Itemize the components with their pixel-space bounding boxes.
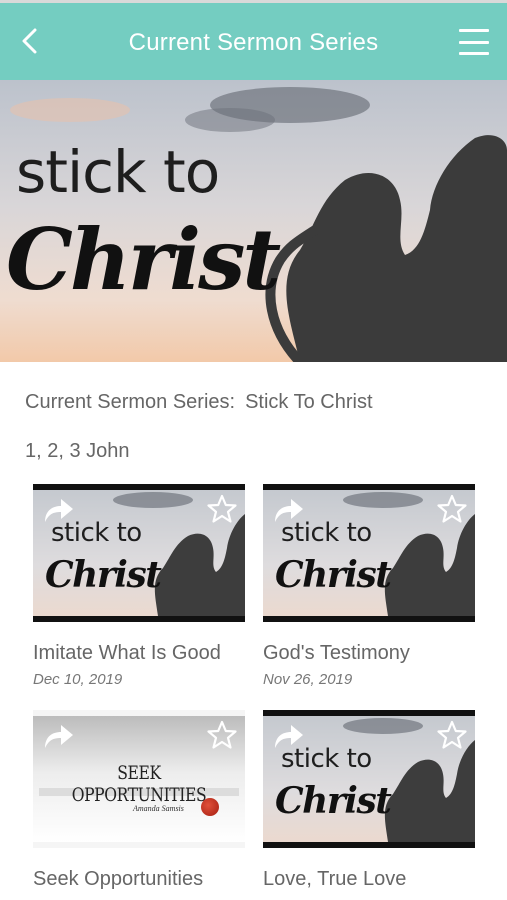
- sermon-thumbnail[interactable]: stick to Christ: [33, 484, 245, 622]
- thumbnail-title-line1: stick to: [281, 518, 372, 548]
- hero-title-line2: Christ: [6, 210, 281, 309]
- star-outline-icon[interactable]: [207, 494, 237, 524]
- share-arrow-icon[interactable]: [41, 722, 75, 750]
- hamburger-menu-icon[interactable]: [459, 29, 489, 55]
- hero-title-line1: stick to: [16, 138, 220, 206]
- sermon-thumbnail[interactable]: stick to Christ: [263, 484, 475, 622]
- sermon-title[interactable]: God's Testimony: [263, 642, 475, 665]
- series-name: Stick To Christ: [245, 391, 373, 413]
- sermon-card[interactable]: stick to Christ Love, True Love: [263, 710, 475, 891]
- sermon-date: Nov 26, 2019: [263, 671, 353, 688]
- sermon-title[interactable]: Imitate What Is Good: [33, 642, 245, 665]
- sermon-title[interactable]: Love, True Love: [263, 868, 475, 891]
- star-outline-icon[interactable]: [207, 720, 237, 750]
- sermon-title[interactable]: Seek Opportunities: [33, 868, 245, 891]
- sermon-card[interactable]: stick to Christ God's Testimony Nov 26, …: [263, 484, 475, 688]
- seal-icon: [201, 798, 219, 816]
- thumbnail-author: Amanda Samsis: [133, 804, 184, 813]
- thumbnail-title-line1: stick to: [51, 518, 142, 548]
- sermon-card[interactable]: SEEK OPPORTUNITIES Amanda Samsis Seek Op…: [33, 710, 245, 891]
- hero-banner: stick to Christ: [0, 80, 507, 362]
- star-outline-icon[interactable]: [437, 720, 467, 750]
- app-header: Current Sermon Series: [0, 0, 507, 80]
- thumbnail-title-line2: Christ: [45, 554, 162, 596]
- thumbnail-title-line2: Christ: [275, 780, 392, 822]
- sermon-date: Dec 10, 2019: [33, 671, 123, 688]
- sermon-thumbnail[interactable]: stick to Christ: [263, 710, 475, 848]
- thumbnail-title-line1: stick to: [281, 744, 372, 774]
- series-label: Current Sermon Series:: [25, 391, 236, 413]
- sermon-card[interactable]: stick to Christ Imitate What Is Good Dec…: [33, 484, 245, 688]
- series-books: 1, 2, 3 John: [25, 440, 130, 462]
- sermon-thumbnail[interactable]: SEEK OPPORTUNITIES Amanda Samsis: [33, 710, 245, 848]
- star-outline-icon[interactable]: [437, 494, 467, 524]
- thumbnail-title: SEEK OPPORTUNITIES: [71, 762, 207, 806]
- thumbnail-title-line2: Christ: [275, 554, 392, 596]
- page-title: Current Sermon Series: [128, 29, 379, 56]
- series-info: Current Sermon Series: Stick To Christ: [25, 391, 373, 414]
